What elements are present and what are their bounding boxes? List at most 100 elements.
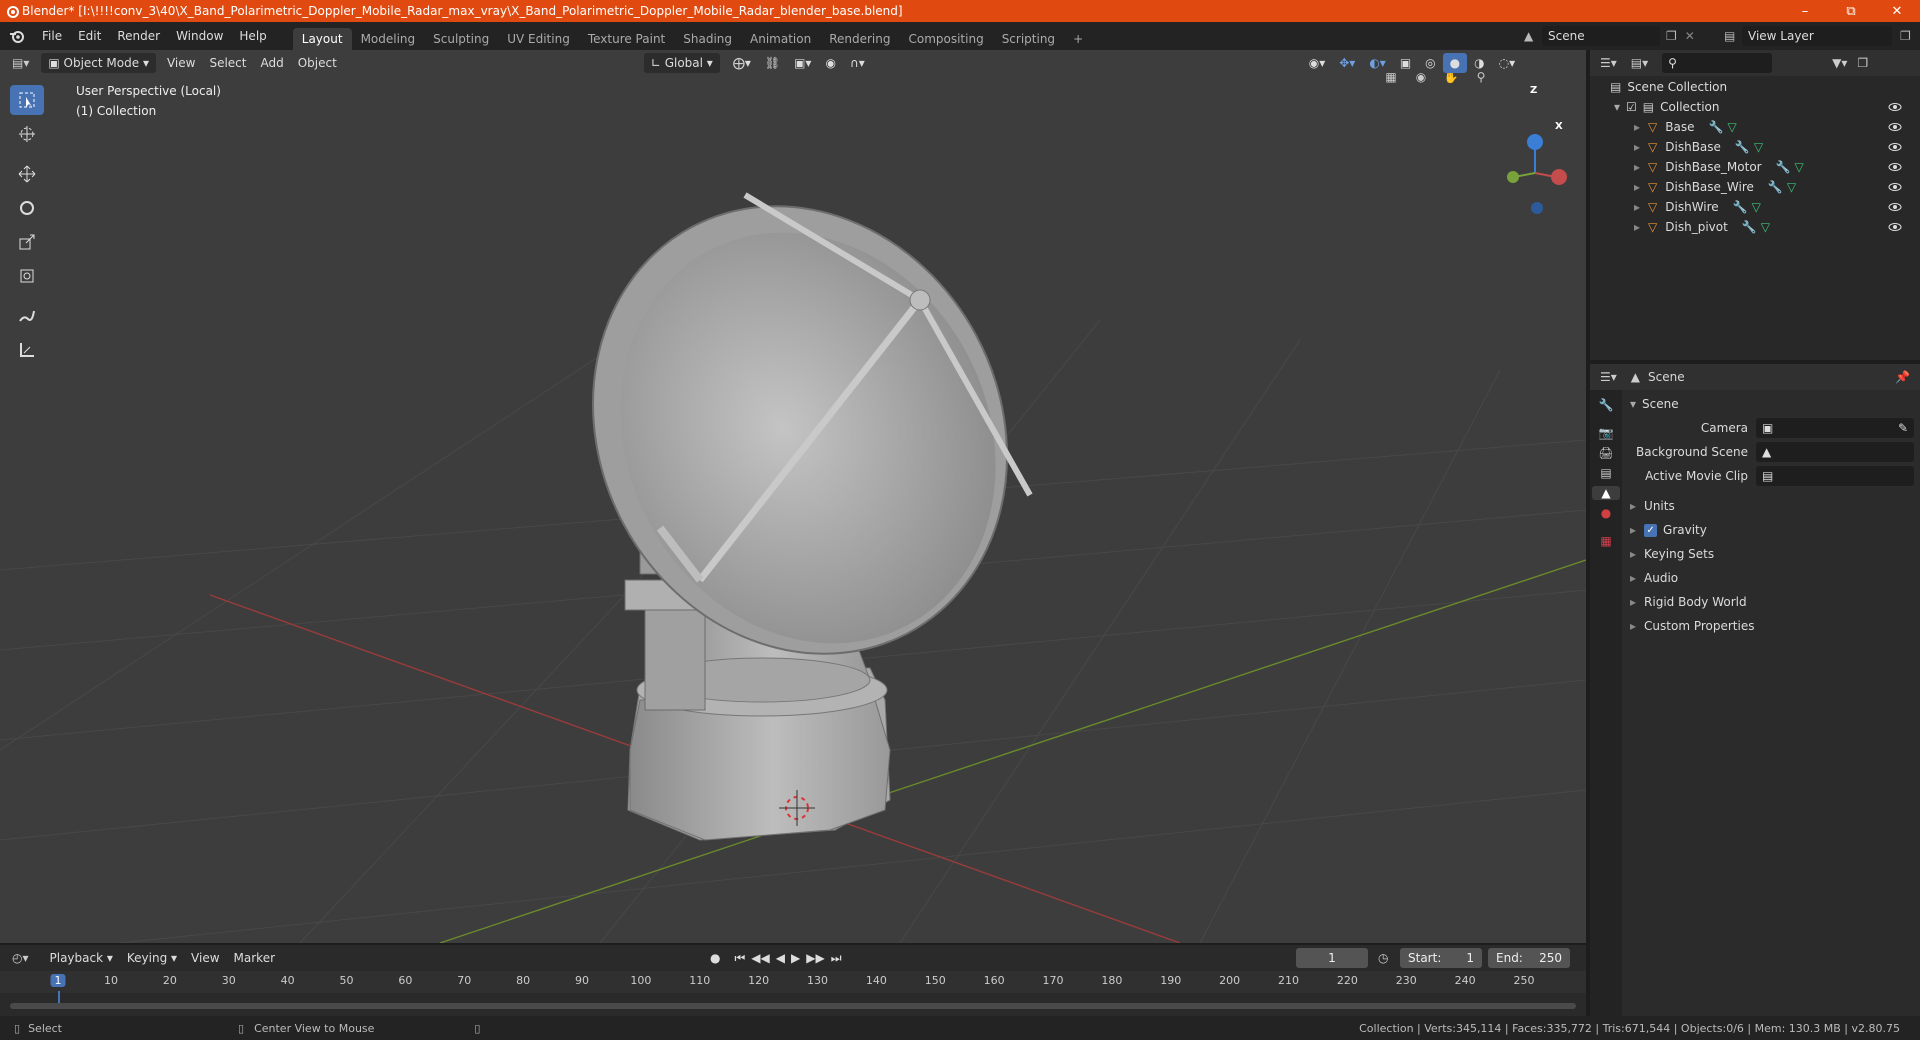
overlay-toggle-icon[interactable]: ◐▾ (1362, 53, 1393, 73)
measure-tool[interactable] (10, 335, 44, 365)
object-visibility-icon[interactable]: ◉▾ (1302, 53, 1333, 73)
close-button[interactable]: ✕ (1874, 0, 1920, 22)
editor-type-icon[interactable]: ▤▾ (12, 56, 29, 70)
eye-icon[interactable] (1888, 180, 1902, 194)
menu-help[interactable]: Help (231, 25, 274, 47)
tab-scene-icon[interactable]: ▲ (1592, 486, 1620, 500)
eyedropper-icon[interactable]: ✎ (1898, 421, 1908, 435)
list-item[interactable]: ▸ ▽ DishBase 🔧 ▽ (1634, 137, 1914, 157)
move-tool[interactable] (10, 159, 44, 189)
eye-icon[interactable] (1888, 220, 1902, 234)
material-shading-icon[interactable]: ◑ (1467, 53, 1491, 73)
view-layer-field[interactable]: View Layer (1742, 26, 1892, 46)
pivot-point-icon[interactable]: ⨁▾ (726, 53, 758, 73)
panel-custom-properties[interactable]: ▸ Custom Properties (1630, 614, 1914, 638)
expand-arrow-icon[interactable]: ▸ (1634, 217, 1640, 237)
list-item[interactable]: ▸ ▽ DishBase_Wire 🔧 ▽ (1634, 177, 1914, 197)
viewport-menu-view[interactable]: View (160, 53, 202, 73)
tab-tool-icon[interactable]: 🔧 (1599, 398, 1614, 412)
current-frame-field[interactable]: 1 (1296, 948, 1368, 968)
panel-rigid-body-world[interactable]: ▸ Rigid Body World (1630, 590, 1914, 614)
falloff-icon[interactable]: ∩▾ (843, 53, 872, 73)
gizmo-toggle-icon[interactable]: ✥▾ (1332, 53, 1362, 73)
blender-menu-icon[interactable] (8, 28, 26, 44)
tab-world-icon[interactable]: ● (1601, 506, 1611, 520)
xray-toggle-icon[interactable]: ▣ (1393, 53, 1418, 73)
outliner-scene-collection[interactable]: ▤ Scene Collection (1610, 77, 1727, 97)
display-mode-icon[interactable]: ▤▾ (1631, 56, 1648, 70)
snap-target-icon[interactable]: ▣▾ (787, 53, 818, 73)
frame-ruler[interactable]: 1 10 20 30 40 50 60 70 80 90 100 110 120 130 140 150 160… (0, 971, 1586, 1007)
play-icon[interactable]: ▶ (791, 951, 800, 966)
delete-scene-icon[interactable]: ✕ (1685, 29, 1695, 43)
timeline-menu-view[interactable]: View (184, 948, 226, 968)
navigation-gizmo[interactable] (1507, 134, 1567, 214)
panel-units[interactable]: ▸ Units (1630, 494, 1914, 518)
outliner-search-input[interactable]: ⚲ (1662, 53, 1773, 73)
eye-icon[interactable] (1888, 100, 1902, 114)
include-checkbox[interactable]: ☑ (1626, 97, 1637, 117)
list-item[interactable]: ▸ ▽ DishWire 🔧 ▽ (1634, 197, 1914, 217)
new-collection-icon[interactable]: ❐ (1857, 56, 1868, 70)
tab-texture-icon[interactable]: ▦ (1600, 534, 1611, 548)
expand-arrow-icon[interactable]: ▸ (1634, 197, 1640, 217)
select-box-tool[interactable] (10, 85, 44, 115)
tab-output-icon[interactable]: 🖨 (1598, 446, 1613, 460)
timeline-scrollbar[interactable] (10, 1003, 1576, 1009)
scale-tool[interactable] (10, 227, 44, 257)
add-workspace-icon[interactable]: + (1064, 28, 1092, 50)
3d-viewport[interactable]: Z X User Perspective (Local) (1) Collect… (0, 50, 1586, 943)
transform-tool[interactable] (10, 261, 44, 291)
prev-keyframe-icon[interactable]: ◀◀ (751, 951, 769, 966)
tab-uv-editing[interactable]: UV Editing (498, 28, 579, 50)
tab-rendering[interactable]: Rendering (820, 28, 899, 50)
panel-audio[interactable]: ▸ Audio (1630, 566, 1914, 590)
new-view-layer-icon[interactable]: ❐ (1900, 29, 1911, 43)
eye-icon[interactable] (1888, 200, 1902, 214)
expand-arrow-icon[interactable]: ▸ (1634, 117, 1640, 137)
mode-dropdown[interactable]: ▣ Object Mode ▾ (41, 53, 156, 73)
expand-arrow-icon[interactable]: ▸ (1634, 177, 1640, 197)
tab-modeling[interactable]: Modeling (352, 28, 425, 50)
rendered-shading-icon[interactable]: ◌▾ (1492, 53, 1523, 73)
annotate-tool[interactable] (10, 301, 44, 331)
expand-arrow-icon[interactable]: ▸ (1634, 137, 1640, 157)
jump-start-icon[interactable]: ⏮ (734, 951, 745, 966)
tab-texture-paint[interactable]: Texture Paint (579, 28, 674, 50)
rotate-tool[interactable] (10, 193, 44, 223)
tab-layout[interactable]: Layout (292, 28, 352, 50)
end-frame-field[interactable]: End: 250 (1488, 948, 1570, 968)
new-scene-icon[interactable]: ❐ (1666, 29, 1677, 43)
menu-window[interactable]: Window (168, 25, 231, 47)
tab-animation[interactable]: Animation (741, 28, 820, 50)
menu-edit[interactable]: Edit (70, 25, 109, 47)
start-frame-field[interactable]: Start: 1 (1400, 948, 1482, 968)
camera-field[interactable]: ▣ ✎ (1756, 418, 1914, 438)
timeline-editor-type-icon[interactable]: ◴▾ (12, 951, 29, 965)
outliner-collection[interactable]: ▾ ☑ ▤ Collection (1614, 97, 1914, 117)
solid-shading-icon[interactable]: ● (1442, 53, 1468, 73)
wireframe-shading-icon[interactable]: ◎ (1418, 53, 1442, 73)
next-keyframe-icon[interactable]: ▶▶ (806, 951, 824, 966)
timeline-menu-marker[interactable]: Marker (227, 948, 282, 968)
viewport-menu-add[interactable]: Add (253, 53, 290, 73)
filter-icon[interactable]: ▼▾ (1832, 56, 1847, 70)
scene-name-field[interactable]: Scene (1542, 26, 1660, 46)
jump-end-icon[interactable]: ⏭ (831, 951, 842, 966)
tab-scripting[interactable]: Scripting (993, 28, 1064, 50)
outliner-editor-type-icon[interactable]: ☰▾ (1600, 56, 1617, 70)
panel-keying-sets[interactable]: ▸ Keying Sets (1630, 542, 1914, 566)
viewport-menu-select[interactable]: Select (202, 53, 253, 73)
eye-icon[interactable] (1888, 160, 1902, 174)
list-item[interactable]: ▸ ▽ Dish_pivot 🔧 ▽ (1634, 217, 1914, 237)
cursor-tool[interactable] (10, 119, 44, 149)
snap-icon[interactable]: ⛓ (758, 53, 787, 73)
panel-gravity[interactable]: ▸ ✓ Gravity (1630, 518, 1914, 542)
viewport-menu-object[interactable]: Object (291, 53, 344, 73)
background-scene-field[interactable]: ▲ (1756, 442, 1914, 462)
tab-render-icon[interactable]: 📷 (1599, 426, 1614, 440)
eye-icon[interactable] (1888, 120, 1902, 134)
tab-sculpting[interactable]: Sculpting (424, 28, 498, 50)
active-movie-clip-field[interactable]: ▤ (1756, 466, 1914, 486)
timeline-menu-keying[interactable]: Keying ▾ (120, 948, 184, 968)
